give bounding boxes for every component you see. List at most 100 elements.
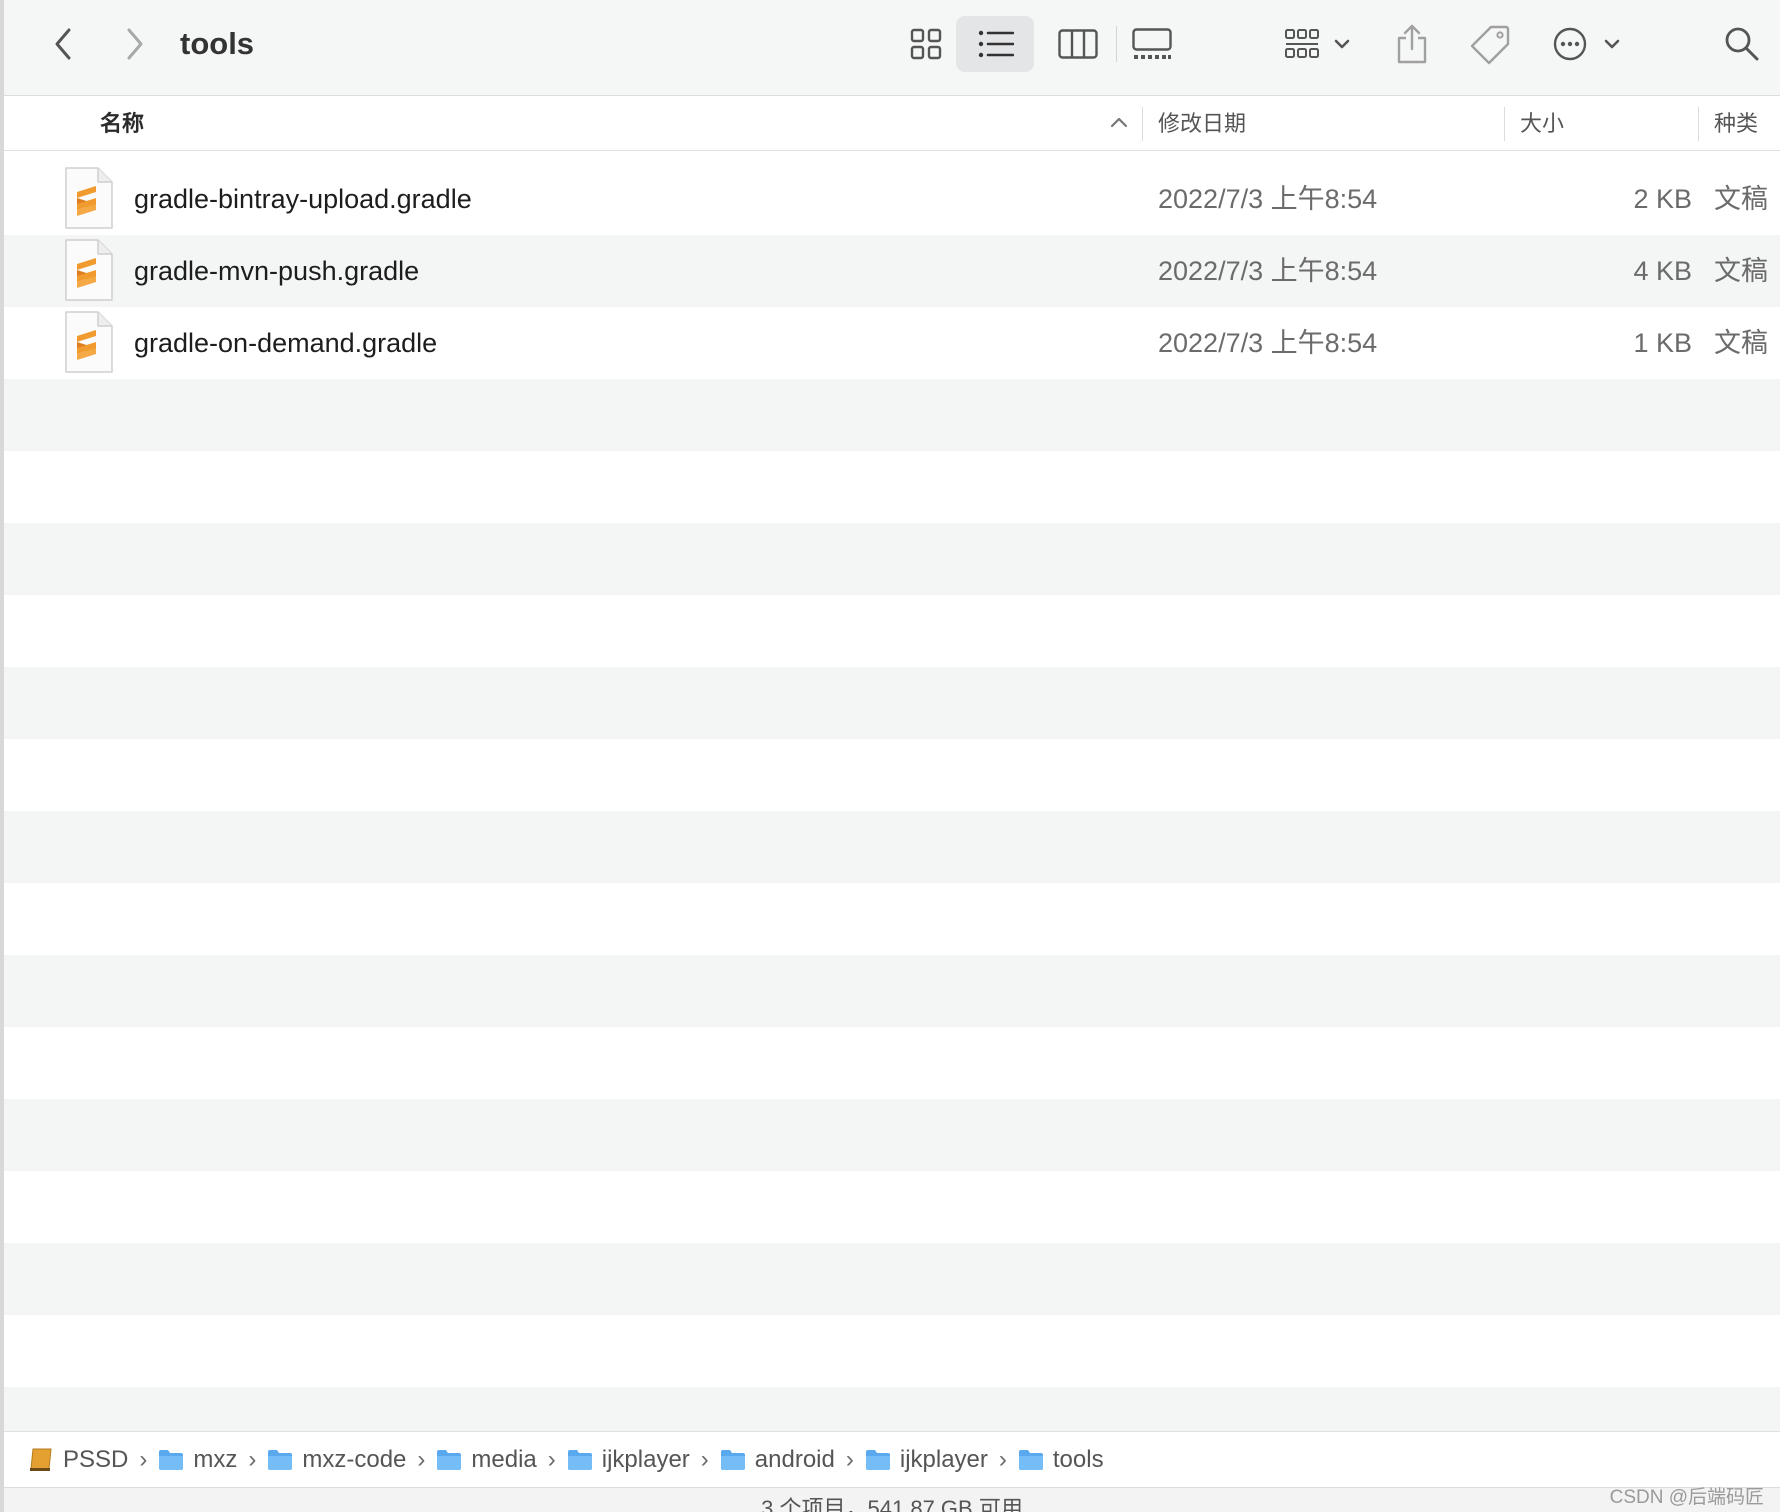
- row-stripe: [4, 955, 1780, 1027]
- column-view-button[interactable]: [1054, 22, 1102, 66]
- row-stripe: [4, 739, 1780, 811]
- breadcrumb-item[interactable]: mxz-code: [267, 1432, 406, 1488]
- sort-ascending-icon[interactable]: [1108, 111, 1130, 133]
- folder-icon: [1018, 1450, 1043, 1470]
- column-size-header[interactable]: 大小: [1520, 97, 1564, 151]
- path-bar: PSSD › mxz › mxz-code › media › ijkplayer › androi…: [4, 1431, 1780, 1487]
- group-by-button[interactable]: [1282, 22, 1358, 66]
- file-kind: 文稿: [1714, 256, 1768, 286]
- breadcrumb-label: ijkplayer: [899, 1446, 988, 1473]
- file-row[interactable]: gradle-on-demand.gradle 2022/7/3 上午8:54 1 …: [4, 307, 1780, 379]
- file-kind: 文稿: [1714, 328, 1768, 358]
- more-actions-icon: [1553, 27, 1620, 61]
- breadcrumb-item[interactable]: ijkplayer: [567, 1432, 690, 1488]
- row-stripe: [4, 883, 1780, 955]
- file-row[interactable]: gradle-bintray-upload.gradle 2022/7/3 上午8…: [4, 163, 1780, 235]
- breadcrumb-item[interactable]: mxz: [158, 1432, 237, 1488]
- list-view-icon-wrap[interactable]: [974, 22, 1018, 66]
- breadcrumb-separator: ›: [700, 1446, 709, 1473]
- folder-icon: [720, 1450, 745, 1470]
- row-stripe: [4, 379, 1780, 451]
- sublime-document-icon: [65, 239, 113, 301]
- row-stripe: [4, 667, 1780, 739]
- sublime-document-icon: [65, 167, 113, 229]
- column-kind-header[interactable]: 种类: [1714, 97, 1758, 151]
- row-stripe: [4, 1243, 1780, 1315]
- group-by-icon: [1285, 29, 1350, 58]
- file-list: gradle-bintray-upload.gradle 2022/7/3 上午8…: [4, 163, 1780, 1459]
- breadcrumb-separator: ›: [547, 1446, 556, 1473]
- icon-view-button[interactable]: [904, 22, 948, 66]
- file-size: 1 KB: [1633, 328, 1692, 358]
- forward-button[interactable]: [114, 24, 154, 64]
- breadcrumb-item[interactable]: media: [436, 1432, 537, 1488]
- row-stripe: [4, 451, 1780, 523]
- file-name: gradle-mvn-push.gradle: [134, 256, 420, 286]
- file-modified-date: 2022/7/3 上午8:54: [1158, 328, 1378, 358]
- folder-icon: [865, 1450, 890, 1470]
- breadcrumb-separator: ›: [248, 1446, 257, 1473]
- breadcrumb-label: android: [754, 1446, 835, 1473]
- search-icon: [1725, 27, 1759, 61]
- search-button[interactable]: [1720, 22, 1764, 66]
- file-size: 4 KB: [1633, 256, 1692, 286]
- breadcrumb-item[interactable]: ijkplayer: [865, 1432, 988, 1488]
- row-stripe: [4, 1099, 1780, 1171]
- row-stripe: [4, 1315, 1780, 1387]
- folder-icon: [268, 1450, 293, 1470]
- file-row[interactable]: gradle-mvn-push.gradle 2022/7/3 上午8:54 4 K…: [4, 235, 1780, 307]
- row-stripe: [4, 811, 1780, 883]
- finder-window: tools 名称 修改日期 大小 种类 gradle-bintray-uploa…: [0, 0, 1780, 1512]
- toolbar-separator: [1116, 26, 1117, 62]
- chevron-left-icon: [55, 28, 71, 60]
- breadcrumb-separator: ›: [417, 1446, 426, 1473]
- tag-icon: [1470, 25, 1510, 65]
- file-kind: 文稿: [1714, 184, 1768, 214]
- status-text: 3 个项目，541.87 GB 可用: [761, 1496, 1023, 1512]
- watermark: CSDN @后端码匠: [1609, 1487, 1764, 1508]
- folder-icon: [437, 1450, 462, 1470]
- window-title: tools: [180, 26, 255, 61]
- chevron-right-icon: [127, 28, 143, 60]
- breadcrumb-item[interactable]: PSSD: [28, 1432, 128, 1488]
- breadcrumb-label: mxz: [193, 1446, 238, 1473]
- more-actions-button[interactable]: [1550, 22, 1626, 66]
- column-divider[interactable]: [1698, 107, 1699, 141]
- file-name: gradle-on-demand.gradle: [134, 328, 438, 358]
- status-bar: 3 个项目，541.87 GB 可用: [4, 1487, 1780, 1512]
- toolbar: tools: [4, 0, 1780, 96]
- breadcrumb-label: tools: [1052, 1446, 1104, 1473]
- breadcrumb-separator: ›: [845, 1446, 854, 1473]
- gallery-view-button[interactable]: [1128, 22, 1176, 66]
- row-stripe: [4, 595, 1780, 667]
- file-size: 2 KB: [1633, 184, 1692, 214]
- back-button[interactable]: [44, 24, 84, 64]
- breadcrumb-label: ijkplayer: [601, 1446, 690, 1473]
- breadcrumb: PSSD › mxz › mxz-code › media › ijkplayer › androi…: [28, 1432, 1104, 1488]
- share-icon: [1397, 24, 1427, 64]
- row-stripe: [4, 523, 1780, 595]
- grid-icon: [910, 28, 942, 60]
- breadcrumb-item[interactable]: tools: [1018, 1432, 1104, 1488]
- file-modified-date: 2022/7/3 上午8:54: [1158, 184, 1378, 214]
- tag-button[interactable]: [1466, 20, 1514, 68]
- column-divider[interactable]: [1504, 107, 1505, 141]
- share-button[interactable]: [1390, 20, 1434, 68]
- column-divider[interactable]: [1142, 107, 1143, 141]
- breadcrumb-item[interactable]: android: [720, 1432, 835, 1488]
- breadcrumb-label: PSSD: [63, 1446, 129, 1473]
- file-name: gradle-bintray-upload.gradle: [134, 184, 472, 214]
- folder-icon: [567, 1450, 592, 1470]
- file-modified-date: 2022/7/3 上午8:54: [1158, 256, 1378, 286]
- folder-icon: [159, 1450, 184, 1470]
- row-stripe: [4, 1171, 1780, 1243]
- list-icon: [978, 30, 1014, 58]
- column-name-header[interactable]: 名称: [100, 97, 144, 151]
- external-drive-icon: [30, 1448, 52, 1471]
- breadcrumb-label: media: [471, 1446, 537, 1473]
- sublime-document-icon: [65, 311, 113, 373]
- column-date-header[interactable]: 修改日期: [1158, 97, 1246, 151]
- columns-icon: [1058, 29, 1098, 59]
- gallery-icon: [1132, 28, 1172, 59]
- row-stripe: [4, 1027, 1780, 1099]
